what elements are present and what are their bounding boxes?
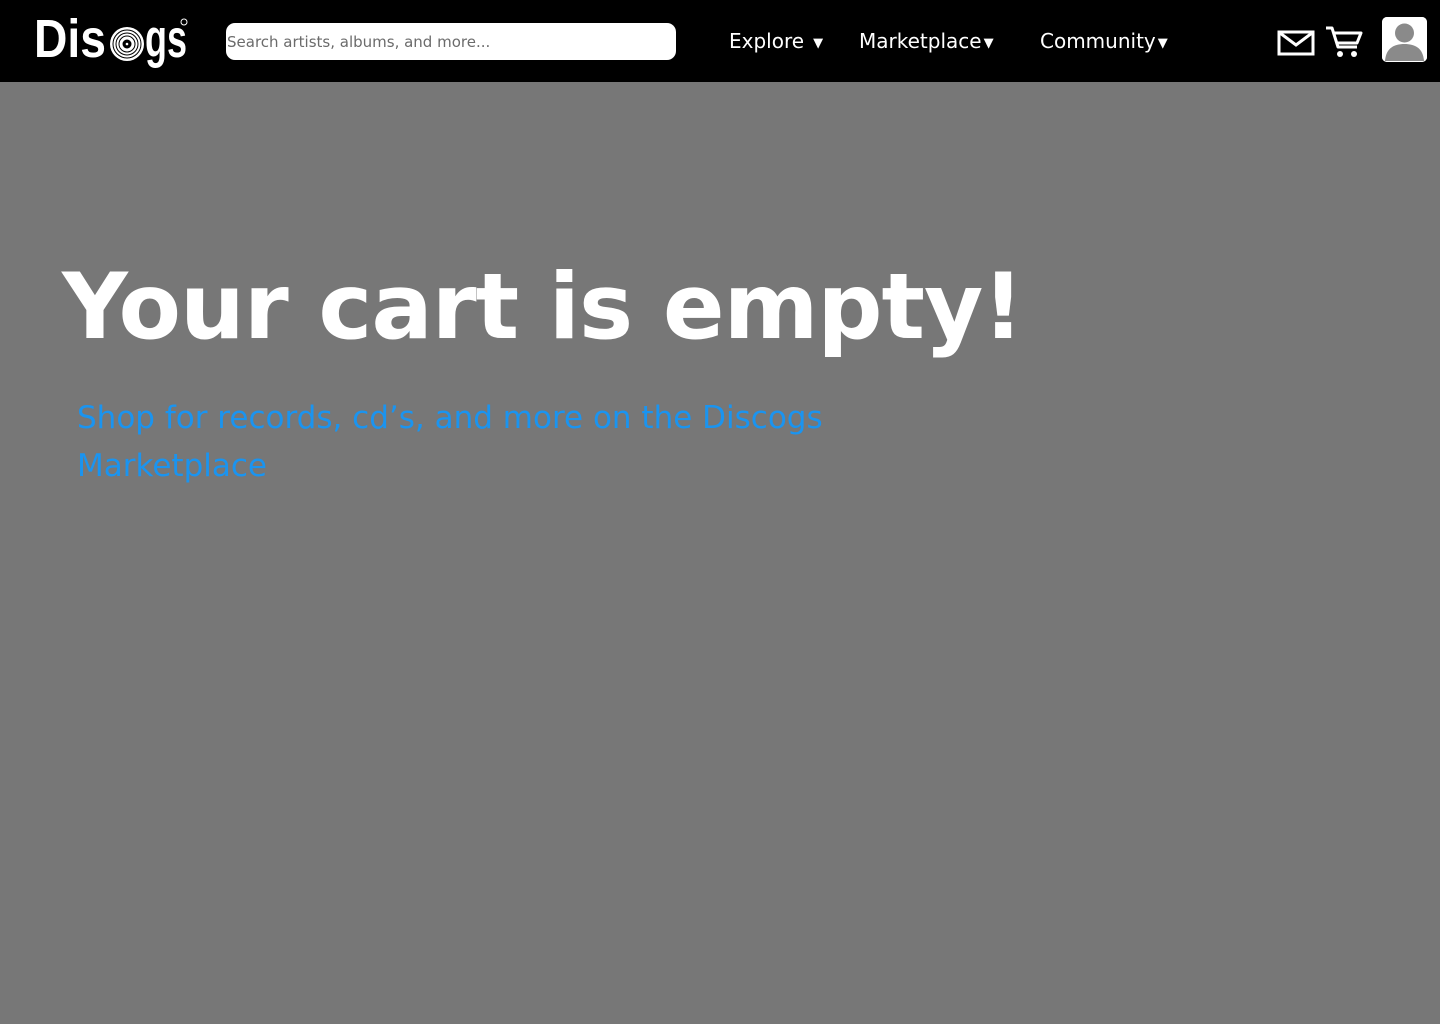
nav-marketplace-label: Marketplace — [859, 29, 982, 53]
shop-marketplace-link[interactable]: Shop for records, cd’s, and more on the … — [77, 394, 877, 490]
discogs-logo-mark: Dis gs — [34, 11, 188, 69]
nav-community[interactable]: Community ▼ — [1040, 26, 1168, 56]
shop-link-line-1: Shop for records, cd’s, and more on the … — [77, 400, 823, 436]
page-title: Your cart is empty! — [62, 255, 1024, 360]
user-avatar-button[interactable] — [1382, 17, 1427, 62]
discogs-logo[interactable]: Dis gs — [34, 10, 190, 70]
cart-icon — [1326, 26, 1363, 57]
messages-button[interactable] — [1276, 25, 1316, 59]
shop-link-line-2: Marketplace — [77, 448, 267, 484]
chevron-down-icon: ▼ — [983, 35, 994, 51]
svg-text:Dis: Dis — [34, 11, 106, 69]
search-input[interactable] — [226, 23, 676, 60]
mail-icon — [1277, 30, 1315, 56]
nav-community-label: Community — [1040, 29, 1156, 53]
svg-text:gs: gs — [145, 11, 187, 69]
user-avatar-icon — [1382, 17, 1427, 62]
chevron-down-icon: ▼ — [813, 35, 824, 51]
nav-explore[interactable]: Explore ▼ — [729, 26, 823, 56]
top-navigation-bar: Dis gs Explore ▼ Marketplace ▼ Community… — [0, 0, 1440, 82]
nav-explore-label: Explore — [729, 29, 805, 53]
nav-marketplace[interactable]: Marketplace ▼ — [859, 26, 994, 56]
cart-button[interactable] — [1325, 22, 1363, 60]
chevron-down-icon: ▼ — [1157, 35, 1168, 51]
